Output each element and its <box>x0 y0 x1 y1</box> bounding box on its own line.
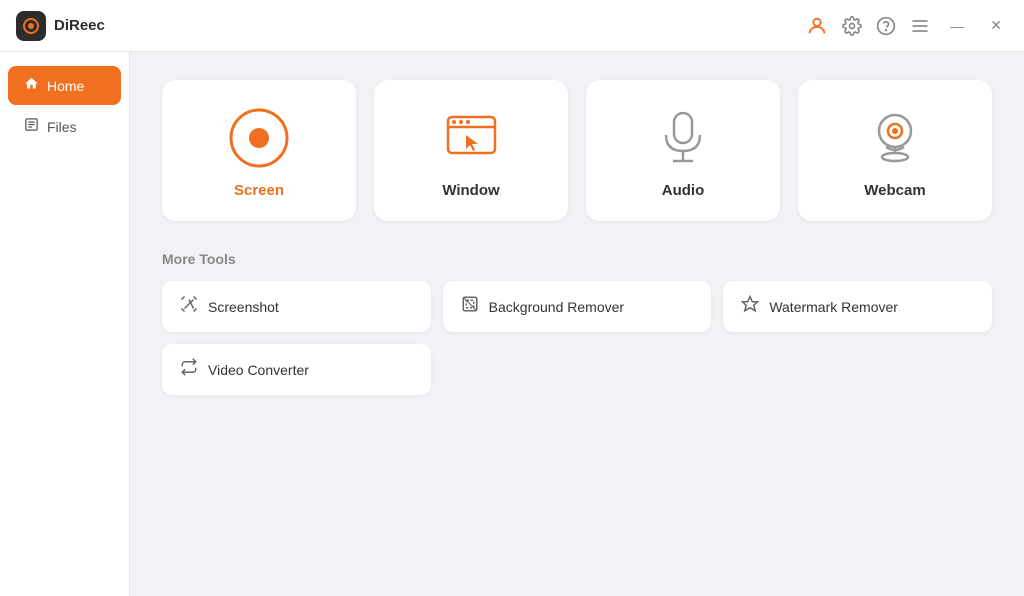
sidebar-item-home[interactable]: Home <box>8 66 121 105</box>
minimize-button[interactable]: — <box>944 16 970 36</box>
card-audio-label: Audio <box>662 182 705 199</box>
sidebar-home-label: Home <box>47 78 84 94</box>
app-name: DiReec <box>54 17 105 34</box>
tool-bg-remover-label: Background Remover <box>489 299 624 315</box>
home-icon <box>24 76 39 95</box>
settings-icon[interactable] <box>842 16 862 36</box>
screen-icon <box>229 108 289 168</box>
video-converter-icon <box>180 358 198 381</box>
bg-remover-icon <box>461 295 479 318</box>
tool-screenshot[interactable]: Screenshot <box>162 281 431 332</box>
menu-icon[interactable] <box>910 16 930 36</box>
close-button[interactable]: ✕ <box>984 15 1008 36</box>
card-screen-label: Screen <box>234 182 284 199</box>
tool-watermark-label: Watermark Remover <box>769 299 898 315</box>
sidebar-item-files[interactable]: Files <box>8 107 121 146</box>
card-window-label: Window <box>442 182 499 199</box>
card-webcam[interactable]: Webcam <box>798 80 992 221</box>
tool-video-converter-label: Video Converter <box>208 362 309 378</box>
screenshot-icon <box>180 295 198 318</box>
logo-dot <box>28 23 34 29</box>
recording-cards: Screen Window <box>162 80 992 221</box>
titlebar: DiReec <box>0 0 1024 52</box>
card-audio[interactable]: Audio <box>586 80 780 221</box>
help-icon[interactable] <box>876 16 896 36</box>
main-layout: Home Files <box>0 52 1024 596</box>
logo-ring <box>23 18 39 34</box>
audio-icon <box>653 108 713 168</box>
content-area: Screen Window <box>130 52 1024 596</box>
tool-screenshot-label: Screenshot <box>208 299 279 315</box>
logo-icon <box>16 11 46 41</box>
sidebar: Home Files <box>0 52 130 596</box>
tools-grid: Screenshot Background Remover <box>162 281 992 395</box>
profile-icon[interactable] <box>806 15 828 37</box>
card-window[interactable]: Window <box>374 80 568 221</box>
tool-video-converter[interactable]: Video Converter <box>162 344 431 395</box>
more-tools-title: More Tools <box>162 251 992 267</box>
watermark-remover-icon <box>741 295 759 318</box>
card-screen[interactable]: Screen <box>162 80 356 221</box>
webcam-icon <box>865 108 925 168</box>
files-icon <box>24 117 39 136</box>
tool-watermark-remover[interactable]: Watermark Remover <box>723 281 992 332</box>
window-icon <box>441 108 501 168</box>
card-webcam-label: Webcam <box>864 182 925 199</box>
tool-bg-remover[interactable]: Background Remover <box>443 281 712 332</box>
more-tools-section: More Tools Screenshot <box>162 251 992 395</box>
sidebar-files-label: Files <box>47 119 77 135</box>
titlebar-actions: — ✕ <box>806 15 1008 37</box>
app-logo: DiReec <box>16 11 105 41</box>
